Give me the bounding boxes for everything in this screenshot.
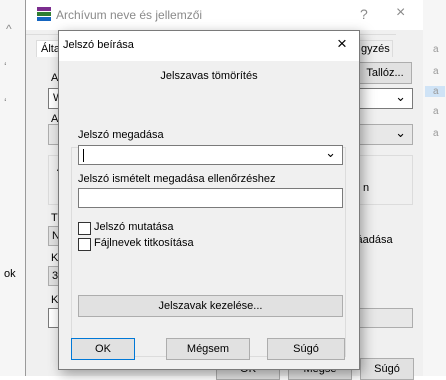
chevron-up-icon: ^ bbox=[6, 22, 12, 36]
cancel-button[interactable]: Mégsem bbox=[166, 338, 250, 360]
tab-comment-label: gyzés bbox=[361, 43, 390, 55]
manage-passwords-button[interactable]: Jelszavak kezelése... bbox=[78, 295, 343, 317]
confirm-password-input[interactable] bbox=[78, 188, 343, 208]
checkbox-box[interactable] bbox=[78, 238, 91, 251]
tick-icon: ʻ bbox=[4, 96, 7, 110]
tick-icon: ʻ bbox=[4, 60, 7, 74]
confirm-label: Jelszó ismételt megadása ellenőrzéshez bbox=[78, 173, 276, 185]
archive-dialog-titlebar: Archívum neve és jellemzői ? × bbox=[26, 0, 423, 30]
encrypt-filenames-label: Fájlnevek titkosítása bbox=[94, 237, 194, 249]
text-cursor bbox=[83, 149, 84, 162]
dialog-subtitle: Jelszavas tömörítés bbox=[160, 70, 258, 82]
help-button-behind[interactable]: Súgó bbox=[360, 358, 414, 380]
list-item-selected: a bbox=[425, 86, 445, 97]
ok-button[interactable]: OK bbox=[71, 338, 135, 360]
background-left-panel: ^ ʻ ʻ ok bbox=[0, 0, 26, 376]
browse-button[interactable]: Tallóz... bbox=[358, 62, 412, 84]
show-password-label: Jelszó mutatása bbox=[94, 221, 174, 233]
close-icon[interactable]: × bbox=[396, 4, 405, 22]
help-button[interactable]: Súgó bbox=[267, 338, 345, 360]
close-icon[interactable]: × bbox=[337, 34, 347, 54]
winrar-icon bbox=[37, 7, 51, 21]
format-group-text: n bbox=[363, 182, 370, 194]
chevron-down-icon[interactable]: ⌄ bbox=[325, 145, 336, 161]
password-dialog: Jelszó beírása × Jelszavas tömörítés Jel… bbox=[58, 30, 360, 370]
chevron-down-icon: ⌄ bbox=[395, 89, 406, 104]
password-dialog-title: Jelszó beírása bbox=[63, 39, 134, 51]
list-item: a bbox=[433, 44, 439, 55]
password-dialog-titlebar: Jelszó beírása × bbox=[59, 31, 359, 61]
left-label: ok bbox=[4, 268, 16, 280]
list-item: a bbox=[433, 106, 439, 117]
checkbox-box[interactable] bbox=[78, 222, 91, 235]
password-label: Jelszó megadása bbox=[78, 129, 164, 141]
list-item: a bbox=[433, 66, 439, 77]
password-input[interactable]: ⌄ bbox=[78, 145, 343, 165]
background-right-panel: a a a a a bbox=[422, 0, 446, 376]
volume-select[interactable] bbox=[356, 308, 413, 328]
tab-comment[interactable]: gyzés bbox=[358, 40, 393, 57]
list-item: a bbox=[433, 128, 439, 139]
archive-dialog-title: Archívum neve és jellemzői bbox=[56, 8, 203, 22]
help-icon[interactable]: ? bbox=[360, 6, 368, 22]
chevron-down-icon: ⌄ bbox=[395, 125, 406, 140]
